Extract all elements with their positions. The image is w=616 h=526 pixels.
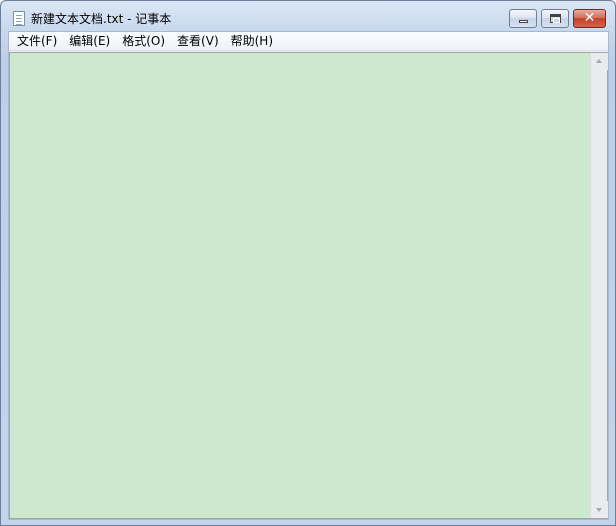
close-icon: ✕	[583, 10, 596, 26]
menu-view[interactable]: 查看(V)	[171, 32, 225, 51]
menu-edit[interactable]: 编辑(E)	[63, 32, 116, 51]
caption-buttons: ✕	[509, 9, 606, 28]
client-area: 文件(F) 编辑(E) 格式(O) 查看(V) 帮助(H)	[8, 31, 609, 520]
minimize-button[interactable]	[509, 9, 537, 28]
editor-frame	[9, 52, 608, 519]
vertical-scrollbar[interactable]	[590, 53, 608, 518]
title-bar[interactable]: 新建文本文档.txt - 记事本 ✕	[1, 1, 615, 31]
maximize-icon	[550, 14, 561, 23]
close-button[interactable]: ✕	[573, 9, 606, 28]
menu-format[interactable]: 格式(O)	[116, 32, 171, 51]
menu-file[interactable]: 文件(F)	[11, 32, 63, 51]
maximize-button[interactable]	[541, 9, 569, 28]
notepad-window: 新建文本文档.txt - 记事本 ✕ 文件(F) 编辑(E) 格式(O) 查看(…	[0, 0, 616, 526]
menu-help[interactable]: 帮助(H)	[225, 32, 279, 51]
window-title: 新建文本文档.txt - 记事本	[31, 12, 172, 26]
text-editor[interactable]	[10, 53, 590, 518]
scroll-down-arrow-icon[interactable]	[591, 501, 608, 518]
menu-bar: 文件(F) 编辑(E) 格式(O) 查看(V) 帮助(H)	[9, 32, 608, 51]
minimize-icon	[519, 20, 528, 23]
notepad-document-icon[interactable]	[13, 11, 25, 26]
scroll-up-arrow-icon[interactable]	[591, 53, 608, 70]
